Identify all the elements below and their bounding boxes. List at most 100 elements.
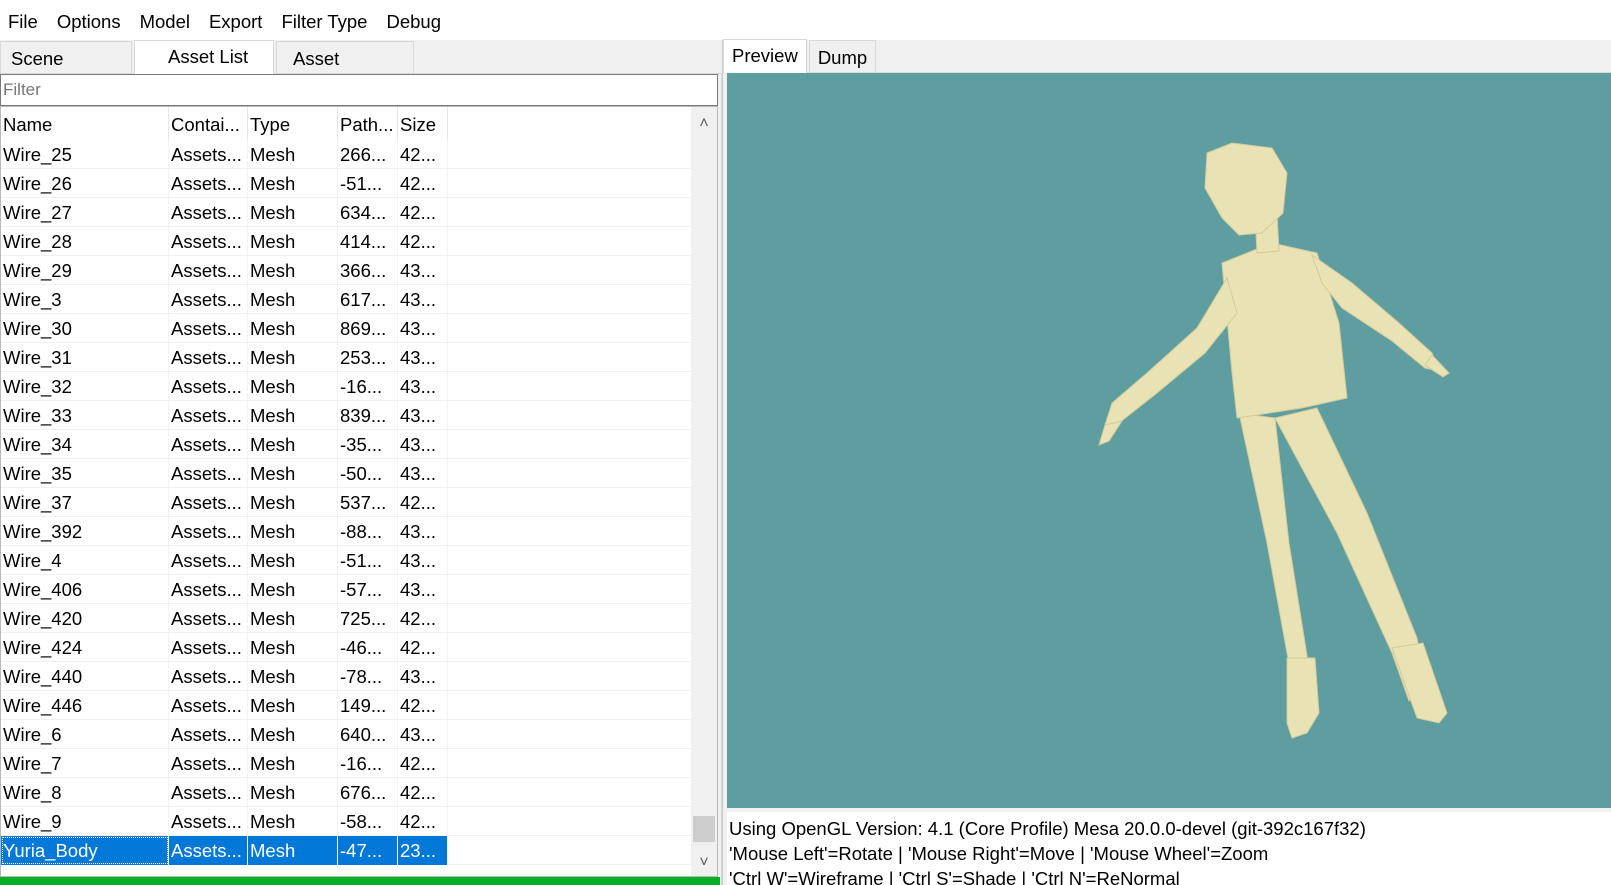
cell-container: Assets...: [169, 314, 248, 343]
cell-size: 43...: [398, 575, 448, 604]
table-row[interactable]: Wire_30 Assets... Mesh 869... 43...: [1, 314, 691, 343]
cell-container: Assets...: [169, 691, 248, 720]
table-row[interactable]: Wire_34 Assets... Mesh -35... 43...: [1, 430, 691, 459]
column-header-size[interactable]: Size: [398, 107, 448, 140]
cell-path: -57...: [338, 575, 398, 604]
table-row[interactable]: Wire_424 Assets... Mesh -46... 42...: [1, 633, 691, 662]
table-row[interactable]: Wire_27 Assets... Mesh 634... 42...: [1, 198, 691, 227]
cell-path: 537...: [338, 488, 398, 517]
tab-scene-hierarchy[interactable]: Scene Hierarchy: [0, 41, 132, 103]
column-header-container[interactable]: Contai...: [169, 107, 248, 140]
cell-path: 839...: [338, 401, 398, 430]
cell-size: 42...: [398, 604, 448, 633]
cell-type: Mesh: [248, 604, 338, 633]
table-row[interactable]: Wire_26 Assets... Mesh -51... 42...: [1, 169, 691, 198]
table-row[interactable]: Wire_392 Assets... Mesh -88... 43...: [1, 517, 691, 546]
cell-path: -51...: [338, 546, 398, 575]
cell-type: Mesh: [248, 691, 338, 720]
table-row[interactable]: Wire_3 Assets... Mesh 617... 43...: [1, 285, 691, 314]
cell-type: Mesh: [248, 256, 338, 285]
cell-type: Mesh: [248, 720, 338, 749]
cell-name: Wire_6: [1, 720, 169, 749]
cell-container: Assets...: [169, 372, 248, 401]
table-row[interactable]: Wire_446 Assets... Mesh 149... 42...: [1, 691, 691, 720]
column-header-path[interactable]: Path...: [338, 107, 398, 140]
table-row[interactable]: Wire_4 Assets... Mesh -51... 43...: [1, 546, 691, 575]
cell-name: Wire_32: [1, 372, 169, 401]
table-row[interactable]: Wire_31 Assets... Mesh 253... 43...: [1, 343, 691, 372]
tab-dump[interactable]: Dump: [808, 40, 877, 72]
menu-debug[interactable]: Debug: [378, 0, 452, 40]
table-row[interactable]: Wire_440 Assets... Mesh -78... 43...: [1, 662, 691, 691]
menu-options[interactable]: Options: [49, 0, 132, 40]
cell-container: Assets...: [169, 256, 248, 285]
chevron-down-icon[interactable]: ˅: [691, 850, 717, 876]
chevron-up-icon[interactable]: ˄: [691, 111, 717, 137]
cell-type: Mesh: [248, 459, 338, 488]
table-row[interactable]: Wire_420 Assets... Mesh 725... 42...: [1, 604, 691, 633]
tab-preview[interactable]: Preview: [723, 39, 807, 73]
menu-model[interactable]: Model: [132, 0, 201, 40]
table-row[interactable]: Wire_25 Assets... Mesh 266... 42...: [1, 140, 691, 169]
cell-container: Assets...: [169, 488, 248, 517]
cell-container: Assets...: [169, 517, 248, 546]
menu-bar: File Options Model Export Filter Type De…: [0, 0, 1611, 40]
cell-type: Mesh: [248, 807, 338, 836]
table-row[interactable]: Wire_28 Assets... Mesh 414... 42...: [1, 227, 691, 256]
status-line-mouse: 'Mouse Left'=Rotate | 'Mouse Right'=Move…: [729, 843, 1269, 864]
vertical-scrollbar[interactable]: ˄ ˅: [691, 107, 717, 876]
table-row[interactable]: Wire_29 Assets... Mesh 366... 43...: [1, 256, 691, 285]
table-row[interactable]: Wire_8 Assets... Mesh 676... 42...: [1, 778, 691, 807]
cell-size: 43...: [398, 372, 448, 401]
table-row[interactable]: Wire_33 Assets... Mesh 839... 43...: [1, 401, 691, 430]
cell-name: Wire_37: [1, 488, 169, 517]
model-preview: [1098, 142, 1450, 739]
cell-type: Mesh: [248, 314, 338, 343]
cell-container: Assets...: [169, 285, 248, 314]
cell-size: 43...: [398, 720, 448, 749]
cell-container: Assets...: [169, 227, 248, 256]
cell-type: Mesh: [248, 546, 338, 575]
cell-size: 42...: [398, 807, 448, 836]
table-row[interactable]: Wire_37 Assets... Mesh 537... 42...: [1, 488, 691, 517]
cell-name: Wire_8: [1, 778, 169, 807]
table-row[interactable]: Wire_406 Assets... Mesh -57... 43...: [1, 575, 691, 604]
menu-export[interactable]: Export: [201, 0, 273, 40]
cell-name: Wire_4: [1, 546, 169, 575]
preview-viewport[interactable]: [727, 73, 1611, 808]
cell-container: Assets...: [169, 575, 248, 604]
status-line-opengl: Using OpenGL Version: 4.1 (Core Profile)…: [729, 818, 1366, 839]
table-row[interactable]: Wire_6 Assets... Mesh 640... 43...: [1, 720, 691, 749]
table-row[interactable]: Wire_35 Assets... Mesh -50... 43...: [1, 459, 691, 488]
cell-size: 43...: [398, 285, 448, 314]
scrollbar-thumb[interactable]: [693, 816, 715, 842]
cell-name: Wire_9: [1, 807, 169, 836]
progress-fill: [0, 877, 720, 885]
cell-size: 42...: [398, 140, 448, 169]
tab-asset-list[interactable]: Asset List: [134, 40, 274, 74]
asset-list-header: Name Contai... Type Path... Size: [1, 107, 448, 140]
table-row[interactable]: Wire_7 Assets... Mesh -16... 42...: [1, 749, 691, 778]
asset-list[interactable]: Name Contai... Type Path... Size Wire_25…: [0, 106, 718, 877]
table-row[interactable]: Yuria_Body Assets... Mesh -47... 23...: [1, 836, 691, 865]
cell-container: Assets...: [169, 807, 248, 836]
cell-size: 42...: [398, 633, 448, 662]
cell-type: Mesh: [248, 662, 338, 691]
tab-asset-classes[interactable]: Asset Classes: [276, 41, 414, 103]
cell-size: 42...: [398, 198, 448, 227]
cell-name: Wire_28: [1, 227, 169, 256]
cell-container: Assets...: [169, 604, 248, 633]
menu-file[interactable]: File: [0, 0, 49, 40]
menu-filter-type[interactable]: Filter Type: [273, 0, 378, 40]
cell-type: Mesh: [248, 285, 338, 314]
cell-name: Wire_33: [1, 401, 169, 430]
table-row[interactable]: Wire_9 Assets... Mesh -58... 42...: [1, 807, 691, 836]
filter-input[interactable]: Filter: [0, 74, 718, 106]
cell-name: Wire_34: [1, 430, 169, 459]
cell-path: 266...: [338, 140, 398, 169]
cell-path: -46...: [338, 633, 398, 662]
column-header-name[interactable]: Name: [1, 107, 169, 140]
table-row[interactable]: Wire_32 Assets... Mesh -16... 43...: [1, 372, 691, 401]
cell-size: 43...: [398, 546, 448, 575]
column-header-type[interactable]: Type: [248, 107, 338, 140]
